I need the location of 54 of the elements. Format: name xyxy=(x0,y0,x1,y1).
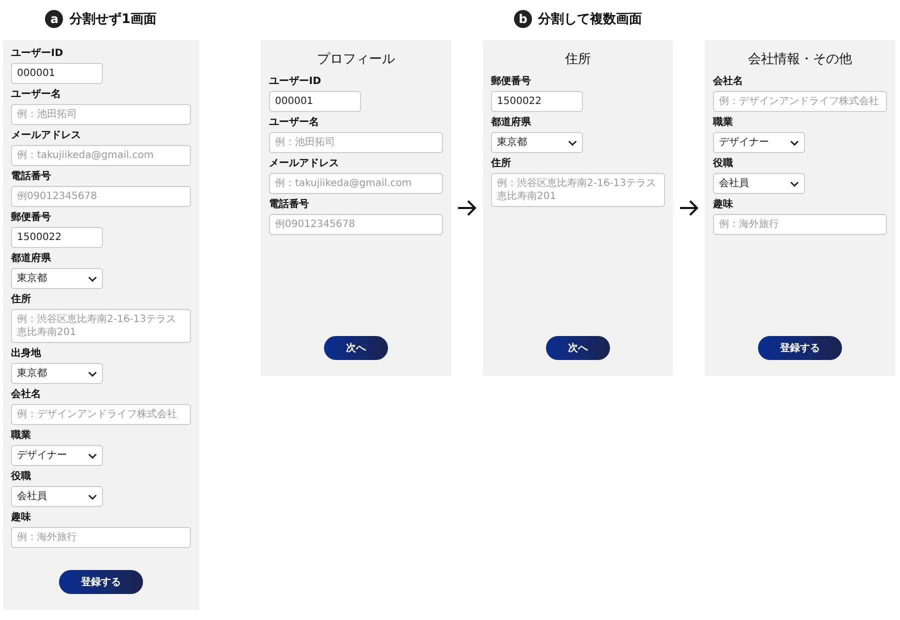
field-label: 出身地 xyxy=(11,348,42,360)
submit-button[interactable]: 登録する xyxy=(59,570,143,594)
field-label: 会社名 xyxy=(713,76,744,88)
dropdown[interactable]: 東京都 xyxy=(11,268,103,289)
field-label: 都道府県 xyxy=(11,253,52,265)
field-label: 会社名 xyxy=(11,389,42,401)
chevron-down-icon xyxy=(790,140,799,146)
submit-button[interactable]: 次へ xyxy=(546,336,610,360)
field-label: 職業 xyxy=(11,430,32,442)
chevron-down-icon xyxy=(88,494,97,500)
field-label: 都道府県 xyxy=(491,117,532,129)
chevron-down-icon xyxy=(88,452,97,458)
dropdown[interactable]: 会社員 xyxy=(713,173,805,194)
field-label: 電話番号 xyxy=(11,171,52,183)
field-label: 電話番号 xyxy=(269,199,310,211)
field-label: 郵便番号 xyxy=(491,76,532,88)
dropdown[interactable]: デザイナー xyxy=(713,132,805,153)
dropdown[interactable]: デザイナー xyxy=(11,445,103,466)
screen-title: プロフィール xyxy=(316,51,396,68)
field-label: ユーザー名 xyxy=(11,89,62,101)
field-label: ユーザーID xyxy=(269,76,322,88)
field-label: 役職 xyxy=(11,471,32,483)
input-field[interactable]: 1500022 xyxy=(491,91,583,112)
input-field[interactable]: 1500022 xyxy=(11,227,103,248)
submit-button[interactable]: 登録する xyxy=(758,336,842,360)
section-title: 分割せず1画面 xyxy=(69,10,157,28)
chevron-down-icon xyxy=(568,140,577,146)
screen-title: 会社情報・その他 xyxy=(747,51,853,68)
submit-button[interactable]: 次へ xyxy=(324,336,388,360)
section-title: 分割して複数画面 xyxy=(538,10,642,28)
input-field[interactable]: 000001 xyxy=(269,91,361,112)
field-label: メールアドレス xyxy=(269,158,340,170)
screen-title: 住所 xyxy=(564,51,592,68)
input-field[interactable]: 000001 xyxy=(11,63,103,84)
field-label: ユーザーID xyxy=(11,48,64,60)
dropdown[interactable]: 東京都 xyxy=(11,363,103,384)
field-label: 郵便番号 xyxy=(11,212,52,224)
dropdown[interactable]: 会社員 xyxy=(11,486,103,507)
dropdown[interactable]: 東京都 xyxy=(491,132,583,153)
field-label: 役職 xyxy=(713,158,734,170)
arrow-icon xyxy=(457,200,477,216)
chevron-down-icon xyxy=(790,180,799,186)
field-label: 住所 xyxy=(491,158,512,170)
field-label: 住所 xyxy=(11,294,32,306)
arrow-icon xyxy=(679,200,699,216)
field-label: 趣味 xyxy=(713,199,734,211)
chevron-down-icon xyxy=(88,370,97,376)
field-label: 職業 xyxy=(713,117,734,129)
chevron-down-icon xyxy=(88,276,97,282)
field-label: 趣味 xyxy=(11,512,32,524)
section-badge: a xyxy=(45,10,64,28)
field-label: ユーザー名 xyxy=(269,117,320,129)
field-label: メールアドレス xyxy=(11,130,82,142)
section-badge: b xyxy=(514,10,532,28)
